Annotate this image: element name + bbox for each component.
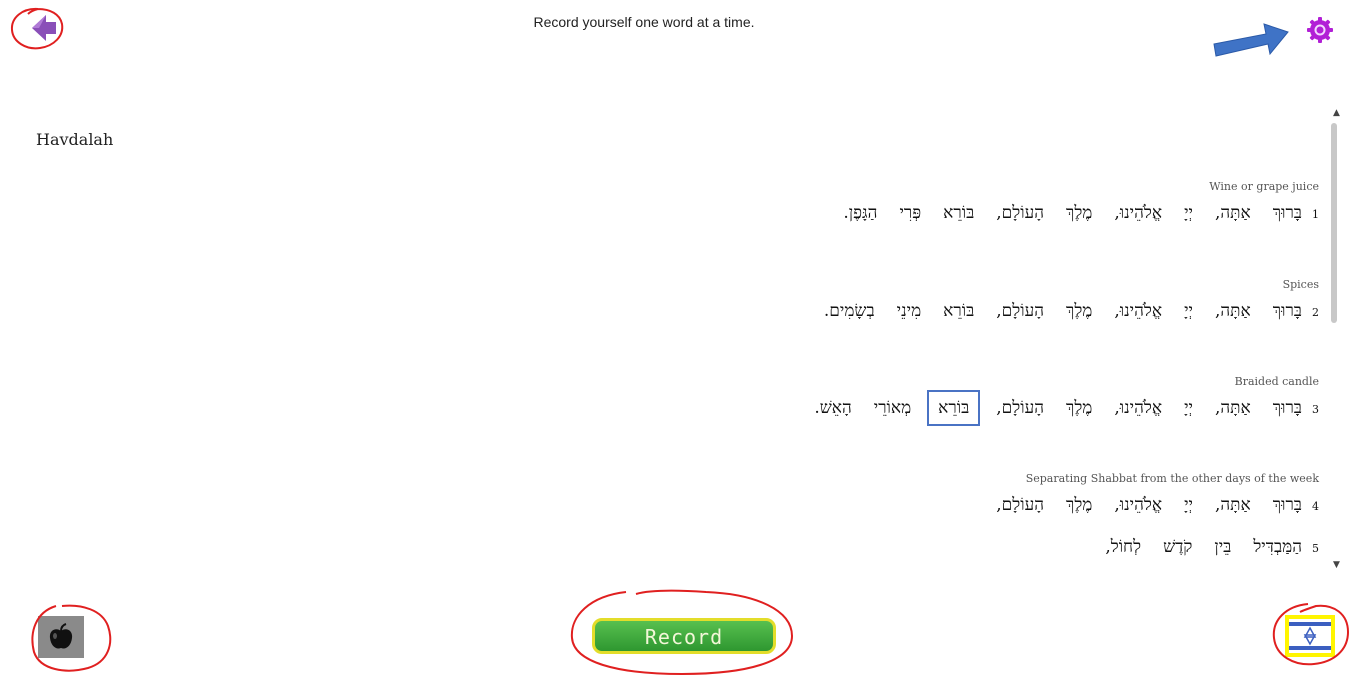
hebrew-word[interactable]: אַתָּה,	[1213, 398, 1253, 418]
hebrew-word[interactable]: בּוֹרֵא	[941, 203, 976, 223]
hebrew-word[interactable]: הָעוֹלָם,	[994, 495, 1046, 515]
hebrew-word[interactable]: אֱלֹהֵינוּ,	[1112, 301, 1164, 321]
blessing-section: Spices 2 בָּרוּךְ אַתָּה, יְיָ אֱלֹהֵינוּ, מֶ…	[619, 278, 1319, 321]
hebrew-word[interactable]: יְיָ	[1182, 495, 1195, 515]
blessing-caption: Braided candle	[1234, 375, 1319, 388]
blessing-section: Braided candle 3 בָּרוּךְ אַתָּה, יְיָ אֱלֹה…	[619, 375, 1319, 426]
hebrew-word[interactable]: בּוֹרֵא	[941, 301, 976, 321]
hebrew-word[interactable]: בָּרוּךְ	[1271, 203, 1304, 223]
hebrew-line: 4 בָּרוּךְ אַתָּה, יְיָ אֱלֹהֵינוּ, מֶלֶךְ הָע…	[619, 495, 1319, 515]
hebrew-word[interactable]: יְיָ	[1182, 203, 1195, 223]
hebrew-word[interactable]: אֱלֹהֵינוּ,	[1112, 203, 1164, 223]
hebrew-word[interactable]: יְיָ	[1182, 301, 1195, 321]
instruction-text: Record yourself one word at a time.	[533, 14, 755, 30]
hebrew-word[interactable]: הָעוֹלָם,	[994, 398, 1046, 418]
scroll-down-icon[interactable]: ▼	[1333, 560, 1340, 570]
language-button[interactable]	[1285, 615, 1335, 657]
hebrew-word[interactable]: הָעוֹלָם,	[994, 203, 1046, 223]
blessing-caption: Wine or grape juice	[1209, 180, 1319, 193]
blessing-section: Separating Shabbat from the other days o…	[619, 472, 1319, 557]
line-number: 5	[1312, 542, 1319, 555]
document-title: Havdalah	[36, 130, 114, 149]
hebrew-line: 2 בָּרוּךְ אַתָּה, יְיָ אֱלֹהֵינוּ, מֶלֶךְ הָע…	[619, 301, 1319, 321]
hebrew-word[interactable]: אֱלֹהֵינוּ,	[1112, 495, 1164, 515]
hebrew-line: 3 בָּרוּךְ אַתָּה, יְיָ אֱלֹהֵינוּ, מֶלֶךְ הָע…	[619, 390, 1319, 426]
hebrew-word[interactable]: בָּרוּךְ	[1271, 301, 1304, 321]
apple-icon	[49, 623, 73, 649]
scroll-up-icon[interactable]: ▲	[1333, 108, 1340, 118]
settings-button[interactable]	[1306, 16, 1334, 44]
hebrew-word[interactable]: מֶלֶךְ	[1064, 203, 1094, 223]
hebrew-word[interactable]: אַתָּה,	[1213, 203, 1253, 223]
record-button[interactable]: Record	[592, 618, 776, 654]
line-number: 3	[1312, 403, 1319, 416]
record-button-label: Record	[644, 625, 724, 649]
apple-button[interactable]	[38, 616, 84, 658]
hebrew-word[interactable]: הַמַּבְדִּיל	[1251, 537, 1304, 557]
hebrew-line: 5 הַמַּבְדִּיל בֵּין קֹדֶשׁ לְחוֹל,	[619, 537, 1319, 557]
hebrew-word[interactable]: מֶלֶךְ	[1064, 495, 1094, 515]
hebrew-word[interactable]: אַתָּה,	[1213, 301, 1253, 321]
hebrew-word[interactable]: פְּרִי	[897, 203, 923, 223]
scrollbar-thumb[interactable]	[1331, 123, 1337, 323]
hebrew-word[interactable]: הַגָּפֶן.	[841, 203, 879, 223]
hebrew-word[interactable]: לְחוֹל,	[1103, 537, 1143, 557]
hebrew-word[interactable]: אַתָּה,	[1213, 495, 1253, 515]
blessing-caption: Separating Shabbat from the other days o…	[1025, 472, 1319, 485]
hebrew-word[interactable]: הָעוֹלָם,	[994, 301, 1046, 321]
hebrew-word[interactable]: בָּרוּךְ	[1271, 398, 1304, 418]
hebrew-word[interactable]: בָּרוּךְ	[1271, 495, 1304, 515]
hebrew-word[interactable]: קֹדֶשׁ	[1161, 537, 1194, 557]
hebrew-line: 1 בָּרוּךְ אַתָּה, יְיָ אֱלֹהֵינוּ, מֶלֶךְ הָע…	[619, 203, 1319, 223]
annotation-arrow	[1213, 23, 1289, 57]
hebrew-word[interactable]: בֵּין	[1212, 537, 1233, 557]
hebrew-word[interactable]: מֶלֶךְ	[1064, 301, 1094, 321]
hebrew-word[interactable]: מְאוֹרֵי	[872, 398, 913, 418]
gear-icon	[1307, 17, 1333, 43]
line-number: 1	[1312, 208, 1319, 221]
blessing-caption: Spices	[1282, 278, 1319, 291]
line-number: 4	[1312, 500, 1319, 513]
hebrew-word[interactable]: הָאֵשׁ.	[812, 398, 853, 418]
israel-flag-icon	[1289, 619, 1331, 653]
hebrew-word[interactable]: מִינֵי	[895, 301, 924, 321]
hebrew-word[interactable]: יְיָ	[1182, 398, 1195, 418]
line-number: 2	[1312, 306, 1319, 319]
hebrew-word[interactable]: בְשָׂמִים.	[822, 301, 877, 321]
blessing-section: Wine or grape juice 1 בָּרוּךְ אַתָּה, יְיָ…	[619, 180, 1319, 223]
active-word[interactable]: בּוֹרֵא	[927, 390, 981, 426]
hebrew-word[interactable]: אֱלֹהֵינוּ,	[1112, 398, 1164, 418]
hebrew-word[interactable]: מֶלֶךְ	[1064, 398, 1094, 418]
